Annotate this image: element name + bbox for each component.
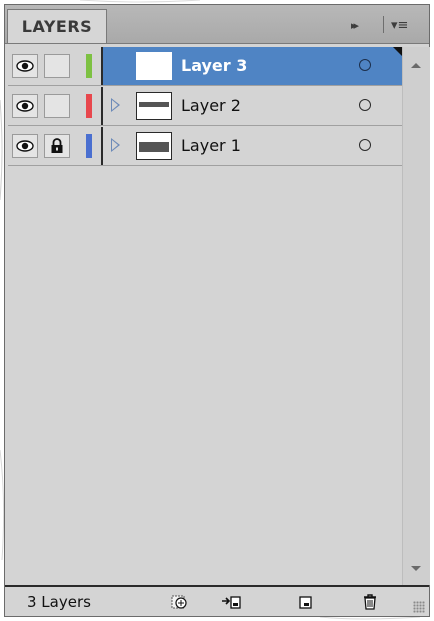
delete-layer-button[interactable] xyxy=(359,592,381,612)
vertical-scrollbar[interactable] xyxy=(402,47,430,585)
header-divider xyxy=(383,16,384,33)
tab-layers[interactable]: LAYERS xyxy=(7,9,107,43)
layer-name: Layer 3 xyxy=(181,56,248,75)
new-layer-icon xyxy=(299,596,312,609)
visibility-toggle[interactable] xyxy=(12,54,38,78)
target-circle-icon[interactable] xyxy=(359,59,371,71)
lock-toggle[interactable] xyxy=(44,134,70,158)
layers-panel: LAYERS ▸▸ ▾≡ Layer 3 Layer 2 Layer 1 3 L… xyxy=(4,4,430,617)
panel-menu-icon: ▾≡ xyxy=(391,17,409,33)
target-circle-icon[interactable] xyxy=(359,139,371,151)
lock-toggle[interactable] xyxy=(44,94,70,118)
visibility-toggle[interactable] xyxy=(12,134,38,158)
layers-list: Layer 3 Layer 2 Layer 1 xyxy=(8,47,402,585)
resize-grip-icon[interactable] xyxy=(413,601,425,613)
double-arrow-icon: ▸▸ xyxy=(351,18,359,32)
layer-controls xyxy=(8,87,103,125)
layer-name-cell[interactable]: Layer 2 xyxy=(103,87,402,125)
layer-row[interactable]: Layer 2 xyxy=(8,87,402,126)
expand-triangle-icon[interactable] xyxy=(111,138,120,152)
lock-toggle[interactable] xyxy=(44,54,70,78)
create-sublayer-icon xyxy=(222,596,241,609)
layer-name: Layer 2 xyxy=(181,96,241,115)
layer-controls xyxy=(8,127,103,165)
layer-thumbnail xyxy=(136,92,172,120)
layer-thumbnail xyxy=(136,132,172,160)
make-clipping-mask-icon xyxy=(171,595,187,609)
scroll-up-arrow-icon[interactable] xyxy=(411,63,421,68)
create-sublayer-button[interactable] xyxy=(220,592,242,612)
layer-row[interactable]: Layer 3 xyxy=(8,47,402,86)
panel-header: LAYERS ▸▸ ▾≡ xyxy=(5,5,429,44)
delete-icon xyxy=(364,594,376,610)
eye-icon xyxy=(16,140,34,152)
layer-color-swatch xyxy=(86,54,92,78)
visibility-toggle[interactable] xyxy=(12,94,38,118)
thumbnail-content xyxy=(139,102,169,107)
expand-triangle-icon[interactable] xyxy=(111,98,120,112)
scroll-down-arrow-icon[interactable] xyxy=(411,566,421,571)
thumbnail-content xyxy=(139,142,169,152)
target-circle-icon[interactable] xyxy=(359,99,371,111)
layer-name-cell[interactable]: Layer 3 xyxy=(103,47,402,85)
lock-icon xyxy=(51,138,63,153)
collapse-panel-button[interactable]: ▸▸ xyxy=(351,15,373,35)
eye-icon xyxy=(16,100,34,112)
layer-color-swatch xyxy=(86,134,92,158)
layer-controls xyxy=(8,47,103,85)
layer-color-swatch xyxy=(86,94,92,118)
panel-menu-button[interactable]: ▾≡ xyxy=(391,15,421,35)
layer-count: 3 Layers xyxy=(27,593,91,611)
current-layer-indicator xyxy=(393,47,402,56)
new-layer-button[interactable] xyxy=(295,592,317,612)
layer-name-cell[interactable]: Layer 1 xyxy=(103,127,402,165)
layer-row[interactable]: Layer 1 xyxy=(8,127,402,166)
panel-footer: 3 Layers xyxy=(5,585,429,616)
eye-icon xyxy=(16,60,34,72)
layer-name: Layer 1 xyxy=(181,136,241,155)
layer-thumbnail xyxy=(136,52,172,80)
make-clipping-mask-button[interactable] xyxy=(169,592,191,612)
